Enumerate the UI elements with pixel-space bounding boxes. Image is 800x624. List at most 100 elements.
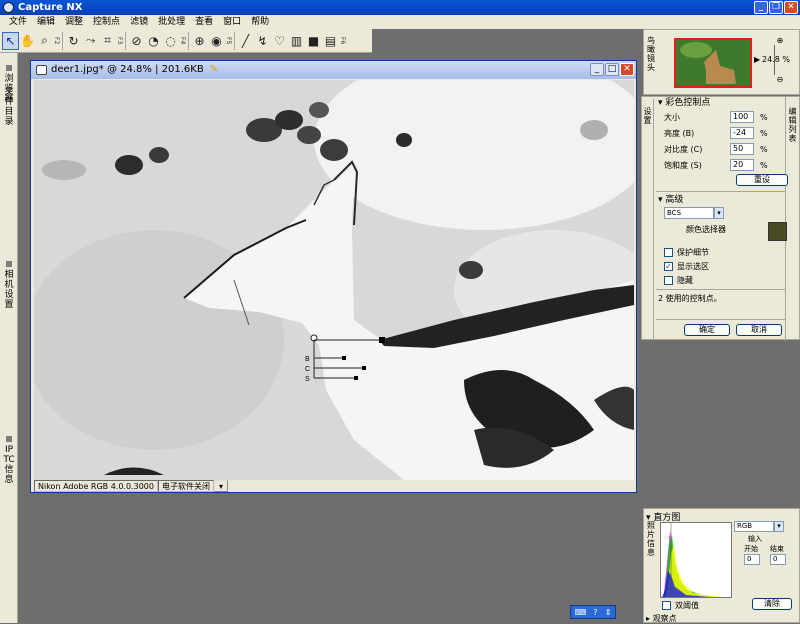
color-swatch[interactable] [768, 222, 787, 241]
eye-icon[interactable]: ◉ [208, 32, 225, 50]
tab-iptc-label: IPTC信息 [3, 445, 15, 485]
section-title: 彩色控制点 [665, 98, 711, 108]
tab-folders[interactable]: 文件目录 [3, 87, 15, 127]
show-selection-checkbox[interactable]: ✓ 显示选区 [656, 260, 786, 272]
menu-view[interactable]: 查看 [190, 15, 218, 29]
contrast-unit: % [760, 144, 768, 154]
image-canvas[interactable]: B C S [34, 80, 634, 480]
mode-select[interactable]: BCS [664, 207, 714, 219]
threshold-checkbox[interactable]: 双阈值 [662, 599, 699, 611]
histogram-graph [662, 523, 720, 597]
menu-edit[interactable]: 编辑 [32, 15, 60, 29]
left-panel-strip: 浏览器 文件目录 相机设置 IPTC信息 [0, 53, 18, 623]
lasso-icon[interactable]: ↯ [254, 32, 271, 50]
histogram-chart [660, 522, 732, 598]
navigator-thumbnail-image [676, 40, 750, 86]
saturation-input[interactable]: 20 [730, 159, 754, 171]
photo-info-tab[interactable]: 照片信息 [644, 521, 658, 581]
channel-select[interactable]: RGB [734, 521, 774, 532]
divider [656, 289, 786, 290]
settings-tab[interactable]: 设置 [642, 99, 654, 339]
color-control-point-icon[interactable]: ⊘ [128, 32, 145, 50]
crop-icon[interactable]: ⌗ [99, 32, 116, 50]
doc-maximize-button[interactable]: □ [605, 63, 619, 76]
size-label: 大小 [664, 112, 680, 122]
marquee-icon[interactable]: ▤ [322, 32, 339, 50]
dropdown-arrow-icon[interactable]: ▾ [774, 521, 784, 532]
doc-minimize-button[interactable]: _ [590, 63, 604, 76]
tab-camera-settings-label: 相机设置 [4, 270, 14, 310]
watch-points-header[interactable]: ▸ 观察点 [646, 613, 677, 624]
menu-adjust[interactable]: 调整 [60, 15, 88, 29]
white-control-point-icon[interactable]: ◌ [162, 32, 179, 50]
minimize-button[interactable]: _ [754, 1, 768, 14]
contrast-input[interactable]: 50 [730, 143, 754, 155]
gradient-icon[interactable]: ▥ [288, 32, 305, 50]
hand-icon[interactable]: ✋ [19, 32, 36, 50]
menu-help[interactable]: 帮助 [246, 15, 274, 29]
checkbox-label: 显示选区 [677, 261, 709, 271]
fill-icon[interactable]: ■ [305, 32, 322, 50]
checkbox-label: 保护细节 [677, 247, 709, 257]
zoom-in-icon[interactable]: ⊕ [762, 36, 798, 45]
start-input[interactable]: 0 [744, 554, 760, 565]
tab-iptc[interactable]: IPTC信息 [3, 436, 15, 485]
cancel-button[interactable]: 取消 [736, 324, 782, 336]
app-titlebar: Capture NX _ ❐ ✕ [0, 0, 800, 15]
pin-icon [6, 436, 12, 442]
tab-camera-settings[interactable]: 相机设置 [3, 261, 15, 310]
app-title: Capture NX [18, 2, 83, 13]
black-control-point-icon[interactable]: ◔ [145, 32, 162, 50]
zoom-out-icon[interactable]: ⊖ [762, 75, 798, 84]
brush-icon[interactable]: ╱ [237, 32, 254, 50]
navigator-tab[interactable]: 鸟瞰镜头 [644, 30, 658, 96]
control-point-s-label: S [305, 376, 310, 383]
document-icon [36, 65, 47, 75]
navigator-thumbnail[interactable] [674, 38, 752, 88]
doc-close-button[interactable]: ✕ [620, 63, 634, 76]
rotate-icon[interactable]: ↻ [65, 32, 82, 50]
advanced-title: 高级 [665, 195, 684, 205]
watch-points-label: 观察点 [652, 614, 677, 623]
restore-button[interactable]: ❐ [769, 1, 783, 14]
heart-lasso-icon[interactable]: ♡ [271, 32, 288, 50]
close-button[interactable]: ✕ [784, 1, 798, 14]
control-point-count: 2 使用的控制点。 [658, 294, 722, 303]
edit-list-tab[interactable]: 编辑列表 [785, 97, 799, 341]
advanced-section[interactable]: ▾ 高级 [656, 194, 786, 206]
red-eye-icon[interactable]: ⊕ [191, 32, 208, 50]
color-control-point-section[interactable]: ▾ 彩色控制点 [656, 97, 786, 109]
status-dropdown-icon[interactable]: ▾ [213, 480, 228, 492]
help-icon[interactable]: ? [593, 608, 597, 617]
mode-row: BCS ▾ [656, 206, 786, 220]
straighten-icon[interactable]: ⤳ [82, 32, 99, 50]
keyboard-icon[interactable]: ⌨ [575, 608, 587, 617]
app-icon [3, 2, 14, 13]
document-status-bar: Nikon Adobe RGB 4.0.0.3000 电子软件关闭 ▾ [34, 480, 634, 492]
reset-button[interactable]: 重设 [736, 174, 788, 186]
menu-filter[interactable]: 滤镜 [125, 15, 153, 29]
menu-window[interactable]: 窗口 [218, 15, 246, 29]
pin-icon [6, 261, 12, 267]
color-picker-row: 颜色选择器 [656, 220, 787, 246]
end-input[interactable]: 0 [770, 554, 786, 565]
protect-detail-checkbox[interactable]: 保护细节 [656, 246, 786, 258]
zoom-icon[interactable]: ⌕ [36, 32, 53, 50]
input-label: 输入 [748, 535, 762, 543]
divider [656, 319, 786, 320]
hide-checkbox[interactable]: 隐藏 [656, 274, 786, 286]
menu-bar: 文件 编辑 调整 控制点 滤镜 批处理 查看 窗口 帮助 [0, 15, 800, 29]
zoom-slider[interactable]: 24.8 % ▶ [754, 45, 798, 75]
menu-file[interactable]: 文件 [4, 15, 32, 29]
clear-button[interactable]: 清除 [752, 598, 792, 610]
size-row: 大小 100% [656, 109, 786, 125]
menu-batch[interactable]: 批处理 [153, 15, 190, 29]
brightness-input[interactable]: -24 [730, 127, 754, 139]
menu-control-points[interactable]: 控制点 [88, 15, 125, 29]
f4-key-label: F4 [179, 36, 186, 45]
size-input[interactable]: 100 [730, 111, 754, 123]
select-arrow-icon[interactable]: ↖ [2, 31, 19, 50]
resize-icon[interactable]: ⇕ [605, 608, 612, 617]
ok-button[interactable]: 确定 [684, 324, 730, 336]
dropdown-arrow-icon[interactable]: ▾ [714, 207, 724, 219]
